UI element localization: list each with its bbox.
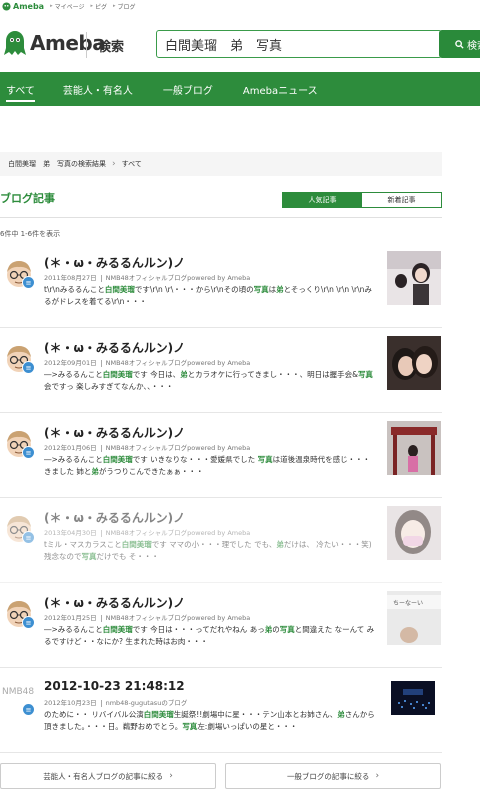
category-nav: すべて 芸能人・有名人 一般ブログ Amebaニュース [0, 72, 480, 106]
search-icon [455, 39, 464, 49]
thumbnail[interactable] [387, 421, 441, 475]
item-title[interactable]: 2012-10-23 21:48:12 [44, 679, 185, 693]
item-snippet: ―>みるるんこと白間美瑠です 今日は・・・ってだれやねん あっ弟の写真と間違えた… [44, 625, 375, 646]
ameba-badge-icon: ≡ [22, 531, 35, 544]
search-box [156, 30, 442, 58]
breadcrumb-next: すべて [121, 160, 142, 168]
breadcrumb: 白間美瑠 弟 写真の検索結果 › すべて [0, 152, 442, 176]
list-item[interactable]: ≡ (＊・ω・みるるんルン)ノ 2012年01月25日 NMB48オフィシャルブロ… [0, 584, 442, 668]
ameba-badge-icon: ≡ [22, 361, 35, 374]
item-snippet: のために・・ リバイバル公演白間美瑠生誕祭!!劇場中に星・・・テン山本とお姉さん… [44, 710, 375, 731]
list-item[interactable]: ≡ (＊・ω・みるるんルン)ノ 2011年08月27日 NMB48オフィシャルブロ… [0, 244, 442, 328]
divider [0, 217, 442, 218]
brand-name: Ameba [30, 31, 106, 55]
ameba-mini-icon [2, 1, 11, 11]
item-title[interactable]: (＊・ω・みるるんルン)ノ [44, 254, 185, 271]
ameba-logo[interactable]: Ameba [4, 30, 106, 56]
ameba-badge-icon: ≡ [22, 446, 35, 459]
tab-general-blog[interactable]: 一般ブログ [163, 72, 213, 106]
list-item[interactable]: ≡ (＊・ω・みるるんルン)ノ 2012年01月06日 NMB48オフィシャルブロ… [0, 414, 442, 498]
item-meta: 2012年01月06日 NMB48オフィシャルブログpowered by Ameb… [44, 444, 251, 452]
item-title[interactable]: (＊・ω・みるるんルン)ノ [44, 594, 185, 611]
top-mini-bar: Ameba マイページ ピグ ブログ [0, 0, 480, 12]
section-title: ブログ記事 [0, 192, 55, 205]
item-title[interactable]: (＊・ω・みるるんルン)ノ [44, 339, 185, 356]
search-heading: 検索 [98, 40, 125, 55]
sort-toggle: 人気記事 新着記事 [282, 192, 442, 208]
list-item[interactable]: NMB48 ≡ 2012-10-23 21:48:12 2012年10月23日 n… [0, 669, 442, 753]
chevron-right-icon: › [169, 771, 173, 781]
chevron-right-icon: › [112, 159, 116, 169]
item-snippet: ―>みるるんこと白間美瑠です 今日は、弟とカラオケに行ってきまし・・・、明日は握… [44, 370, 373, 391]
result-count: 6件中 1-6件を表示 [0, 230, 61, 238]
thumbnail[interactable] [391, 681, 435, 715]
toggle-popular[interactable]: 人気記事 [283, 193, 362, 207]
item-title[interactable]: (＊・ω・みるるんルン)ノ [44, 509, 185, 526]
tab-all[interactable]: すべて [6, 72, 35, 106]
item-title[interactable]: (＊・ω・みるるんルン)ノ [44, 424, 185, 441]
search-input[interactable] [157, 31, 441, 57]
toggle-new[interactable]: 新着記事 [362, 193, 441, 207]
filter-celebrity-button[interactable]: 芸能人・有名人ブログの記事に絞る › [0, 763, 216, 789]
header-divider [86, 32, 87, 58]
search-button[interactable]: 検索 [439, 30, 480, 58]
item-meta: 2012年09月01日 NMB48オフィシャルブログpowered by Ameb… [44, 359, 251, 367]
thumbnail[interactable] [387, 251, 441, 305]
tab-ameba-news[interactable]: Amebaニュース [243, 72, 318, 106]
topbar-link-blog[interactable]: ブログ [113, 2, 136, 11]
item-meta: 2013年04月30日 NMB48オフィシャルブログpowered by Ameb… [44, 529, 251, 537]
tab-celebrity[interactable]: 芸能人・有名人 [63, 72, 133, 106]
item-snippet: tミル・マスカラスこと白間美瑠です ママの小・・・理でした でも、弟だけは、 冷… [44, 540, 372, 561]
topbar-link-pigg[interactable]: ピグ [90, 2, 107, 11]
topbar-link-mypage[interactable]: マイページ [50, 2, 85, 11]
thumbnail[interactable] [387, 336, 441, 390]
filter-general-button[interactable]: 一般ブログの記事に絞る › [225, 763, 441, 789]
thumbnail[interactable] [387, 506, 441, 560]
list-item[interactable]: ≡ (＊・ω・みるるんルン)ノ 2013年04月30日 NMB48オフィシャルブロ… [0, 499, 442, 583]
ameba-badge-icon: ≡ [22, 616, 35, 629]
item-meta: 2012年01月25日 NMB48オフィシャルブログpowered by Ameb… [44, 614, 251, 622]
ameba-mini-logo[interactable]: Ameba [2, 2, 44, 11]
svg-text:ちーなーい: ちーなーい [393, 600, 423, 607]
item-meta: 2012年10月23日 nmb48-gugutasuのブログ [44, 699, 188, 707]
nmb48-logo: NMB48 [2, 687, 35, 697]
item-snippet: t\r\nみるるんこと白間美瑠です\r\n \r\・・・から\r\nその頃の写真… [44, 285, 372, 306]
ameba-badge-icon: ≡ [22, 703, 35, 716]
header: Ameba 検索 検索 [0, 24, 480, 64]
breadcrumb-current[interactable]: 白間美瑠 弟 写真の検索結果 [8, 159, 106, 169]
item-meta: 2011年08月27日 NMB48オフィシャルブログpowered by Ameb… [44, 274, 251, 282]
ameba-logo-icon [4, 31, 26, 55]
ameba-badge-icon: ≡ [22, 276, 35, 289]
item-snippet: ―>みるるんこと白間美瑠です いきなりな・・・愛媛県でした 写真は道後温泉時代を… [44, 455, 371, 476]
list-item[interactable]: ≡ (＊・ω・みるるんルン)ノ 2012年09月01日 NMB48オフィシャルブロ… [0, 329, 442, 413]
thumbnail[interactable]: ちーなーい [387, 591, 441, 645]
chevron-right-icon: › [375, 771, 380, 781]
